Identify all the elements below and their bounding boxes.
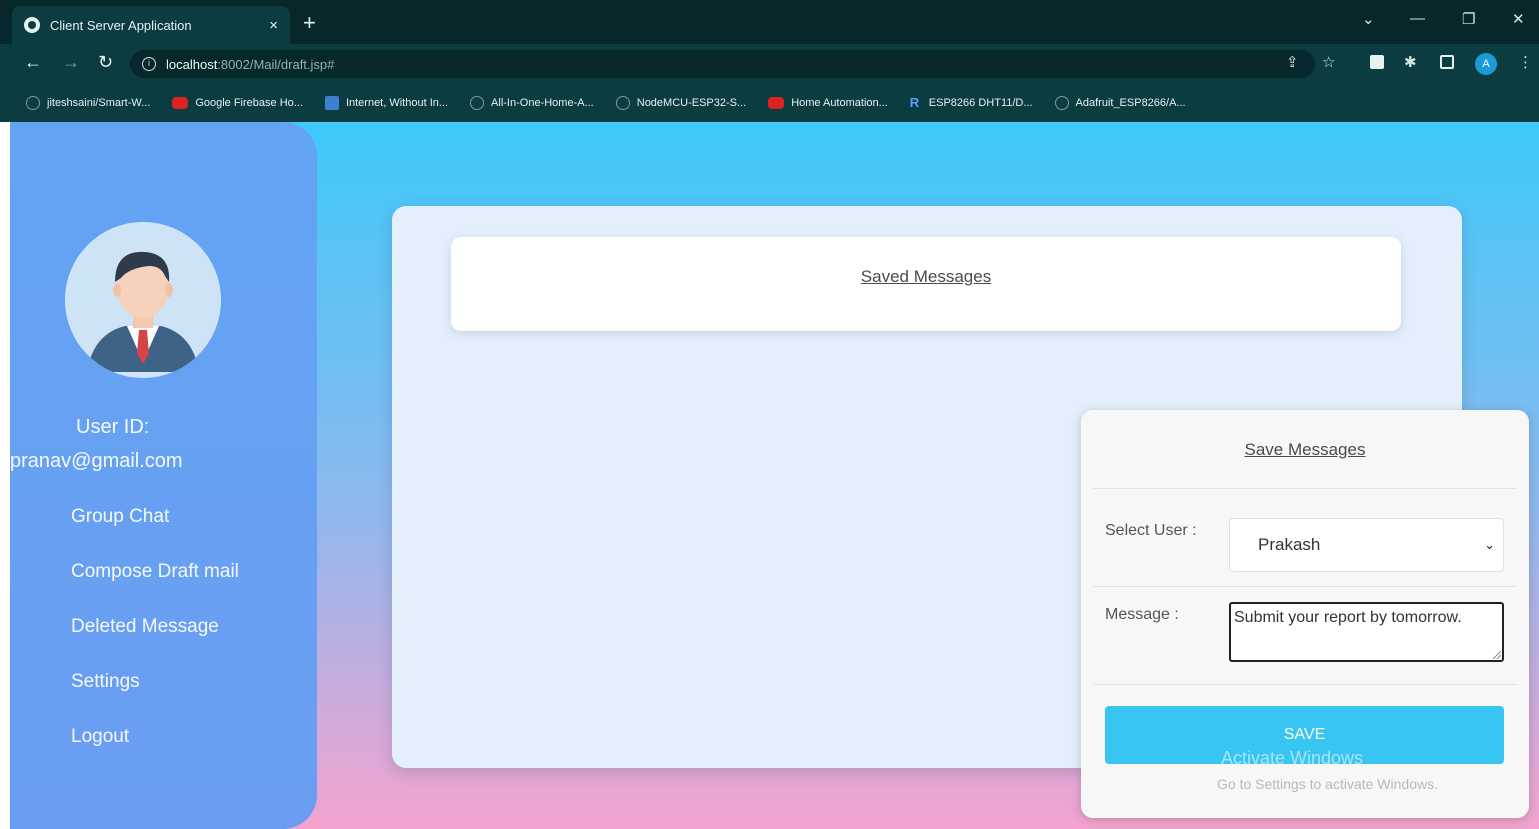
bookmarks-bar: jiteshsaini/Smart-W... Google Firebase H… [0, 86, 1539, 120]
bookmark-label: Internet, Without In... [345, 97, 449, 109]
minimize-icon[interactable]: — [1410, 10, 1425, 27]
document-icon [324, 96, 339, 110]
divider [1093, 488, 1517, 489]
bookmark-star-icon[interactable]: ☆ [1322, 53, 1335, 71]
nav-group-chat[interactable]: Group Chat [71, 506, 169, 528]
save-messages-panel: Save Messages Select User : Prakash ⌄ Me… [1081, 410, 1529, 818]
back-icon[interactable]: ← [24, 52, 42, 73]
saved-messages-box: Saved Messages [451, 237, 1401, 331]
site-info-icon[interactable]: i [142, 57, 156, 71]
youtube-icon [172, 97, 189, 109]
browser-toolbar: ← → ↻ i localhost :8002/Mail/draft.jsp# … [0, 44, 1539, 84]
page-background: User ID: pranav@gmail.com Group Chat Com… [10, 122, 1539, 829]
nav-deleted-message[interactable]: Deleted Message [71, 616, 219, 638]
avatar [65, 222, 221, 378]
menu-kebab-icon[interactable]: ⋮ [1518, 53, 1533, 71]
bookmark-item[interactable]: NodeMCU-ESP32-S... [615, 96, 747, 110]
bookmark-item[interactable]: Internet, Without In... [324, 96, 449, 110]
bookmark-label: All-In-One-Home-A... [491, 97, 594, 109]
divider [1093, 586, 1517, 587]
user-email: pranav@gmail.com [10, 450, 183, 472]
github-icon [1054, 96, 1069, 110]
github-icon [26, 96, 40, 110]
message-text: Submit your report by tomorrow. [1234, 609, 1462, 626]
side-panel-icon[interactable] [1440, 55, 1454, 69]
chevron-down-icon: ⌄ [1484, 537, 1495, 552]
tab-title: Client Server Application [50, 17, 192, 33]
bookmark-label: NodeMCU-ESP32-S... [636, 97, 747, 109]
nav-logout[interactable]: Logout [71, 726, 129, 748]
activate-windows-title: Activate Windows [1221, 748, 1364, 768]
tab-strip: Client Server Application × + ⌄ — ❐ ✕ [0, 0, 1539, 44]
puzzle-icon[interactable]: ✱ [1404, 53, 1417, 71]
businessman-avatar-icon [65, 222, 221, 378]
divider [1093, 684, 1517, 685]
bookmark-label: ESP8266 DHT11/D... [928, 97, 1033, 109]
browser-chrome: Client Server Application × + ⌄ — ❐ ✕ ← … [0, 0, 1539, 122]
address-bar[interactable]: i localhost :8002/Mail/draft.jsp# [130, 50, 1315, 78]
profile-avatar[interactable]: A [1475, 53, 1497, 75]
saved-messages-link[interactable]: Saved Messages [451, 267, 1401, 287]
globe-icon [24, 17, 40, 33]
r-icon: R [909, 95, 920, 110]
select-user-dropdown[interactable]: Prakash ⌄ [1229, 518, 1504, 572]
bookmark-item[interactable]: Adafruit_ESP8266/A... [1054, 96, 1186, 110]
user-id-label: User ID: [76, 416, 150, 438]
nav-compose-draft-mail[interactable]: Compose Draft mail [71, 561, 239, 583]
bookmark-item[interactable]: R ESP8266 DHT11/D... [910, 96, 1033, 110]
bookmark-item[interactable]: Google Firebase Ho... [172, 97, 303, 109]
bookmark-label: Google Firebase Ho... [195, 97, 303, 109]
bookmark-item[interactable]: Home Automation... [768, 97, 888, 109]
nav-settings[interactable]: Settings [71, 671, 140, 693]
bookmark-label: Home Automation... [791, 97, 888, 109]
tab-search-icon[interactable]: ⌄ [1362, 10, 1375, 28]
reload-icon[interactable]: ↻ [98, 52, 113, 73]
save-messages-link[interactable]: Save Messages [1081, 440, 1529, 460]
forward-icon[interactable]: → [62, 52, 80, 73]
github-icon [615, 96, 630, 110]
close-tab-icon[interactable]: × [269, 17, 278, 34]
url-path: :8002/Mail/draft.jsp# [217, 56, 335, 72]
youtube-icon [768, 97, 785, 109]
new-tab-button[interactable]: + [303, 12, 316, 34]
github-icon [470, 96, 485, 110]
share-icon[interactable]: ⇪ [1286, 53, 1299, 71]
selected-user: Prakash [1258, 535, 1321, 554]
url-host: localhost [166, 56, 218, 72]
message-label: Message : [1105, 606, 1179, 623]
select-user-label: Select User : [1105, 522, 1197, 539]
restore-icon[interactable]: ❐ [1462, 10, 1475, 28]
sidebar: User ID: pranav@gmail.com Group Chat Com… [10, 122, 317, 829]
extension-icon[interactable] [1370, 55, 1384, 69]
bookmark-item[interactable]: All-In-One-Home-A... [470, 96, 594, 110]
activate-windows-subtitle: Go to Settings to activate Windows. [1217, 776, 1438, 792]
window-close-icon[interactable]: ✕ [1512, 10, 1525, 28]
tab-client-server-application[interactable]: Client Server Application × [12, 6, 290, 44]
resize-handle-icon[interactable] [1493, 651, 1501, 659]
bookmark-label: Adafruit_ESP8266/A... [1075, 97, 1186, 109]
message-textarea[interactable]: Submit your report by tomorrow. [1229, 602, 1504, 662]
bookmark-label: jiteshsaini/Smart-W... [47, 97, 151, 109]
bookmark-item[interactable]: jiteshsaini/Smart-W... [26, 96, 150, 110]
